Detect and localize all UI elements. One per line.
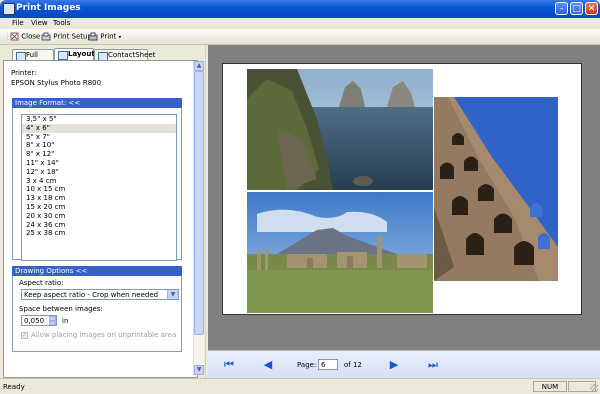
tab-full-page[interactable]: Full Page: [12, 49, 54, 69]
tab-contactsheet-label: ContactSheet: [108, 51, 156, 59]
chevron-down-icon[interactable]: ▼: [167, 290, 178, 299]
space-value: 0,050: [24, 317, 45, 325]
print-label: Print: [100, 32, 117, 41]
menu-tools[interactable]: Tools: [53, 19, 70, 27]
format-option[interactable]: 4" x 6": [22, 123, 176, 133]
format-option[interactable]: 15 x 20 cm: [22, 203, 176, 212]
space-unit: in: [62, 317, 69, 325]
allow-unprintable-label: Allow placing images on unprintable area: [31, 331, 177, 339]
toolbar: ⋮ Close Print Setup Print ▾: [0, 29, 600, 45]
scroll-down-icon[interactable]: ▼: [194, 365, 204, 375]
layout-tab-content: Printer: EPSON Stylus Photo R800 Image F…: [3, 60, 198, 378]
format-option[interactable]: 3 x 4 cm: [22, 177, 176, 186]
printer-app-icon: [3, 3, 15, 15]
aspect-ratio-select[interactable]: Keep aspect ratio - Crop when needed ▼: [21, 289, 179, 300]
format-option[interactable]: 3,5" x 5": [22, 115, 176, 124]
format-option[interactable]: 13 x 18 cm: [22, 194, 176, 203]
maximize-button[interactable]: □: [570, 2, 583, 15]
minimize-button[interactable]: –: [555, 2, 568, 15]
spin-down-icon[interactable]: [49, 320, 56, 325]
first-page-icon[interactable]: ⏮: [222, 358, 236, 372]
title-bar: Print Images – □ ✕: [0, 0, 600, 18]
page-count: of 12: [344, 361, 362, 369]
close-doc-icon: [10, 32, 19, 41]
chevron-down-icon[interactable]: ▾: [119, 35, 122, 41]
preview-area: [208, 45, 600, 350]
status-bar: Ready NUM: [0, 378, 600, 394]
status-text: Ready: [3, 383, 25, 391]
format-option[interactable]: 20 x 30 cm: [22, 212, 176, 221]
aspect-ratio-label: Aspect ratio:: [19, 279, 64, 287]
print-setup-label: Print Setup: [53, 32, 92, 41]
space-stepper[interactable]: 0,050: [21, 315, 57, 326]
tab-strip: Full Page Layout ContactSheet: [3, 48, 203, 69]
format-option[interactable]: 10 x 15 cm: [22, 185, 176, 194]
scroll-up-icon[interactable]: ▲: [194, 61, 204, 71]
close-button-label: Close: [21, 32, 41, 41]
photo-ruins-volcano[interactable]: [247, 192, 433, 313]
layout-icon: [58, 51, 68, 60]
format-option[interactable]: 11" x 14": [22, 159, 176, 168]
image-format-header[interactable]: Image Format: <<: [12, 98, 182, 108]
print-setup-button[interactable]: Print Setup: [41, 32, 92, 41]
image-format-group: 3,5" x 5" 4" x 6" 5" x 7" 8" x 10" 8" x 12" 1…: [12, 108, 182, 261]
left-panel-scrollbar[interactable]: ▲ ▼: [193, 61, 204, 375]
format-option[interactable]: 24 x 36 cm: [22, 221, 176, 230]
page-navigation-bar: ⏮ ◀ Page: 6 of 12 ▶ ⏭: [208, 350, 600, 378]
tab-contactsheet[interactable]: ContactSheet: [94, 49, 155, 61]
print-button[interactable]: Print ▾: [88, 32, 121, 41]
format-option[interactable]: 8" x 12": [22, 150, 176, 159]
last-page-icon[interactable]: ⏭: [426, 358, 440, 372]
drawing-options-header[interactable]: Drawing Options <<: [12, 266, 182, 276]
ruins-image: [247, 192, 433, 313]
space-label: Space between images:: [19, 305, 103, 313]
photo-colosseum[interactable]: [434, 97, 558, 281]
printer-name: EPSON Stylus Photo R800: [11, 79, 102, 87]
close-window-button[interactable]: ✕: [585, 2, 598, 15]
allow-unprintable-checkbox[interactable]: ✓: [21, 332, 28, 339]
previous-page-icon[interactable]: ◀: [261, 358, 275, 372]
aspect-ratio-value: Keep aspect ratio - Crop when needed: [24, 291, 159, 299]
page-preview: [222, 63, 582, 315]
coastline-image: [247, 69, 433, 190]
printer-icon: [88, 32, 98, 41]
format-option[interactable]: 25 x 38 cm: [22, 229, 176, 238]
page-number-input[interactable]: 6: [318, 359, 338, 370]
print-setup-icon: [41, 32, 51, 41]
page-label: Page:: [297, 361, 317, 369]
tab-layout-label: Layout: [68, 50, 95, 58]
menu-bar: File View Tools: [0, 18, 600, 29]
drawing-options-group: Aspect ratio: Keep aspect ratio - Crop w…: [12, 276, 182, 352]
next-page-icon[interactable]: ▶: [387, 358, 401, 372]
resize-grip-icon[interactable]: [590, 384, 598, 392]
scroll-thumb[interactable]: [194, 71, 204, 335]
format-option[interactable]: 8" x 10": [22, 141, 176, 150]
photo-coastline[interactable]: [247, 69, 433, 190]
format-option[interactable]: 5" x 7": [22, 133, 176, 142]
menu-view[interactable]: View: [31, 19, 48, 27]
format-option[interactable]: 12" x 18": [22, 168, 176, 177]
tab-layout[interactable]: Layout: [54, 48, 95, 60]
close-button[interactable]: Close: [10, 32, 40, 41]
printer-label: Printer:: [11, 69, 37, 77]
image-format-list[interactable]: 3,5" x 5" 4" x 6" 5" x 7" 8" x 10" 8" x 12" 1…: [21, 114, 177, 261]
colosseum-image: [434, 97, 558, 281]
menu-file[interactable]: File: [12, 19, 24, 27]
num-lock-indicator: NUM: [533, 381, 567, 392]
left-panel: Full Page Layout ContactSheet Printer: E…: [0, 45, 205, 378]
window-title: Print Images: [16, 3, 81, 13]
